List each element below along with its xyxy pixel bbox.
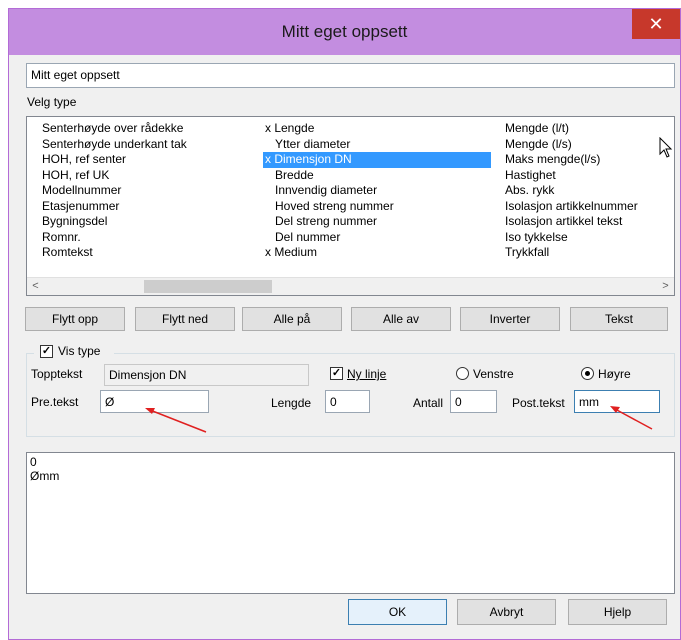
dialog-window: Mitt eget oppsett ✕ Mitt eget oppsett Ve…	[8, 8, 681, 640]
red-arrow-pre-text	[145, 408, 207, 433]
red-arrow-post-text	[610, 406, 653, 430]
annotation-arrows	[145, 406, 653, 433]
